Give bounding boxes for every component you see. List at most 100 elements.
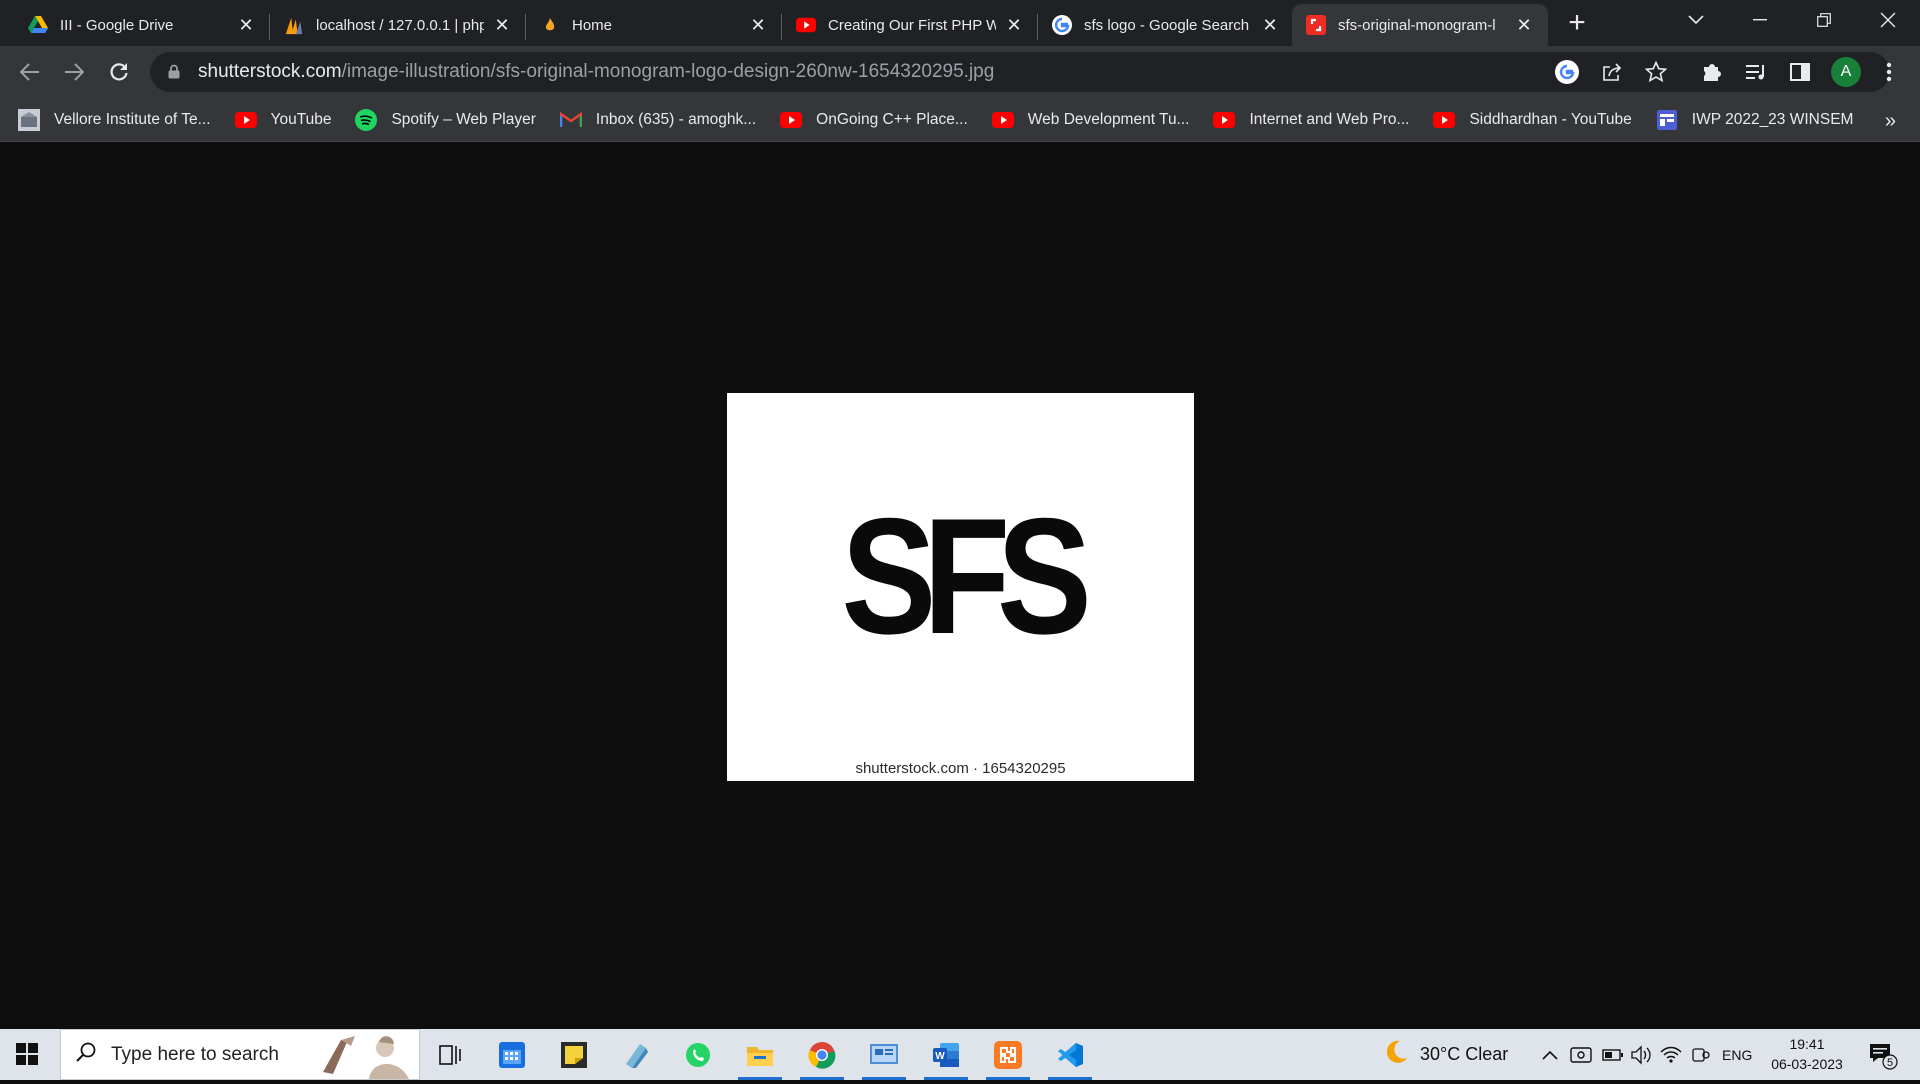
close-icon[interactable]: ✕ [236,15,256,35]
snipping-tool-icon[interactable] [606,1029,666,1080]
youtube-icon [991,109,1014,131]
windows-taskbar: Type here to search W 30°C Clear ENG 19:… [0,1029,1920,1080]
security-camera-icon[interactable] [1570,1029,1592,1080]
logo-text: SFS [841,483,1086,668]
close-icon[interactable]: ✕ [1514,15,1534,35]
xampp-icon[interactable] [978,1029,1038,1080]
tab-title: localhost / 127.0.0.1 | php [316,16,484,34]
clock[interactable]: 19:41 06-03-2023 [1762,1034,1852,1074]
tab-phpmyadmin[interactable]: localhost / 127.0.0.1 | php ✕ [270,4,526,46]
reload-icon[interactable] [105,58,133,86]
control-panel-icon[interactable] [854,1029,914,1080]
clock-date: 06-03-2023 [1771,1056,1843,1072]
google-lens-icon[interactable] [1553,58,1581,86]
forward-arrow-icon[interactable] [60,58,88,86]
bookmark-youtube[interactable]: YouTube [234,109,332,131]
bookmarks-bar: Vellore Institute of Te... YouTube Spoti… [0,98,1920,142]
phpmyadmin-icon [284,15,304,35]
battery-icon[interactable] [1602,1029,1624,1080]
weather-widget[interactable]: 30°C Clear [1382,1029,1508,1080]
bookmark-vit[interactable]: Vellore Institute of Te... [18,108,211,131]
task-view-icon[interactable] [420,1029,480,1080]
tab-shutterstock[interactable]: sfs-original-monogram-l ✕ [1292,4,1548,46]
taskbar-search-box[interactable]: Type here to search [60,1029,420,1080]
close-window-button[interactable] [1860,0,1916,40]
youtube-icon [1213,109,1236,131]
bookmark-label: OnGoing C++ Place... [816,110,968,128]
restore-button[interactable] [1796,0,1852,40]
tab-title: sfs logo - Google Search [1084,16,1250,34]
calendar-app-icon[interactable] [482,1029,542,1080]
weather-text: 30°C Clear [1420,1044,1509,1064]
vscode-icon[interactable] [1040,1029,1100,1080]
tab-title: Creating Our First PHP W [828,16,996,34]
new-tab-button[interactable]: + [1560,6,1594,39]
bookmark-label: Internet and Web Pro... [1249,110,1410,128]
media-queue-icon[interactable] [1742,58,1770,86]
close-icon[interactable]: ✕ [748,15,768,35]
image-caption: shutterstock.com · 1654320295 [855,760,1066,777]
search-icon [75,1041,97,1068]
tab-search-chevron-icon[interactable] [1668,0,1724,40]
address-bar[interactable]: shutterstock.com/image-illustration/sfs-… [150,52,1890,92]
bookmark-web-dev[interactable]: Web Development Tu... [991,109,1190,131]
google-drive-icon [28,15,48,35]
bookmark-label: IWP 2022_23 WINSEM [1691,110,1854,128]
gmail-icon [559,109,582,131]
close-icon[interactable]: ✕ [1004,15,1024,35]
more-bookmarks-chevron-icon[interactable]: » [1885,110,1896,133]
bookmark-iwp[interactable]: IWP 2022_23 WINSEM [1656,109,1854,131]
bookmark-siddhardhan[interactable]: Siddhardhan - YouTube [1433,109,1632,131]
volume-icon[interactable] [1630,1029,1652,1080]
show-hidden-icons-chevron-icon[interactable] [1542,1029,1558,1080]
bookmark-label: Inbox (635) - amoghk... [595,110,757,128]
whatsapp-icon[interactable] [668,1029,728,1080]
wifi-icon[interactable] [1660,1029,1682,1080]
chrome-icon[interactable] [792,1029,852,1080]
bookmark-label: YouTube [270,110,332,128]
tab-google-search[interactable]: sfs logo - Google Search ✕ [1038,4,1294,46]
close-icon[interactable]: ✕ [1260,15,1280,35]
lock-icon[interactable] [168,64,182,80]
language-indicator[interactable]: ENG [1722,1029,1752,1080]
word-icon[interactable]: W [916,1029,976,1080]
bookmark-gmail[interactable]: Inbox (635) - amoghk... [559,109,757,131]
flame-icon [540,15,560,35]
back-arrow-icon[interactable] [16,58,44,86]
bookmark-label: Vellore Institute of Te... [54,110,211,128]
bookmark-cpp-placement[interactable]: OnGoing C++ Place... [780,109,968,131]
profile-avatar[interactable]: A [1831,57,1861,87]
more-vertical-icon[interactable] [1875,58,1903,86]
calendar-grid-icon [1656,109,1678,131]
side-panel-icon[interactable] [1786,58,1814,86]
bookmark-spotify[interactable]: Spotify – Web Player [355,108,536,131]
youtube-icon [780,109,803,131]
url-host: shutterstock.com [198,61,342,82]
browser-toolbar: shutterstock.com/image-illustration/sfs-… [0,46,1920,98]
bookmark-internet-web[interactable]: Internet and Web Pro... [1213,109,1409,131]
minimize-button[interactable] [1732,0,1788,40]
youtube-icon [796,15,816,35]
tab-youtube-php[interactable]: Creating Our First PHP W ✕ [782,4,1038,46]
notification-center-icon[interactable]: 5 [1868,1029,1898,1080]
tab-home[interactable]: Home ✕ [526,4,782,46]
youtube-icon [234,109,257,131]
file-explorer-icon[interactable] [730,1029,790,1080]
bookmark-label: Spotify – Web Player [391,110,536,128]
svg-text:W: W [935,1051,945,1062]
bookmark-star-icon[interactable] [1642,58,1670,86]
share-icon[interactable] [1598,58,1626,86]
displayed-image[interactable]: SFS shutterstock.com · 1654320295 [727,393,1194,781]
vit-icon [18,108,40,131]
bookmark-label: Web Development Tu... [1027,110,1190,128]
tab-google-drive[interactable]: III - Google Drive ✕ [14,4,270,46]
shutterstock-icon [1306,15,1326,35]
extensions-puzzle-icon[interactable] [1698,58,1726,86]
url-text: shutterstock.com/image-illustration/sfs-… [198,61,994,83]
microphone-device-icon[interactable] [1690,1029,1710,1080]
sticky-notes-icon[interactable] [544,1029,604,1080]
windows-start-icon[interactable] [16,1043,38,1065]
close-icon[interactable]: ✕ [492,15,512,35]
search-highlight-illustration-icon [319,1032,419,1079]
youtube-icon [1433,109,1456,131]
